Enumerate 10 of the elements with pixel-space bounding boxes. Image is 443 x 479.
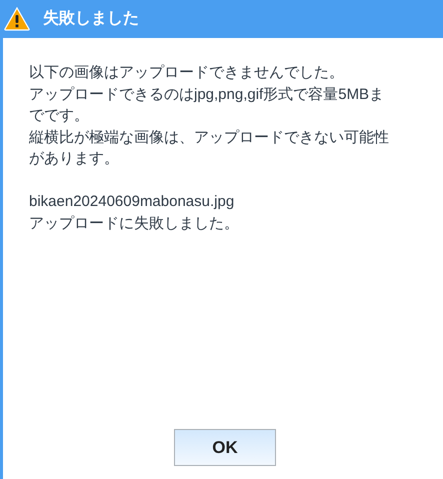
error-message: アップロードに失敗しました。 — [29, 214, 240, 234]
file-name: bikaen20240609mabonasu.jpg — [29, 192, 236, 212]
ok-button[interactable]: OK — [174, 429, 276, 466]
message-line: でです。 — [29, 106, 90, 126]
message-line: アップロードできるのはjpg,png,gif形式で容量5MBま — [29, 84, 386, 104]
warning-icon — [4, 7, 30, 31]
message-line: 縦横比が極端な画像は、アップロードできない可能性 — [29, 128, 390, 148]
window-title: 失敗しました — [43, 8, 139, 29]
message-line: があります。 — [29, 149, 120, 169]
message-line: 以下の画像はアップロードできませんでした。 — [29, 63, 345, 83]
